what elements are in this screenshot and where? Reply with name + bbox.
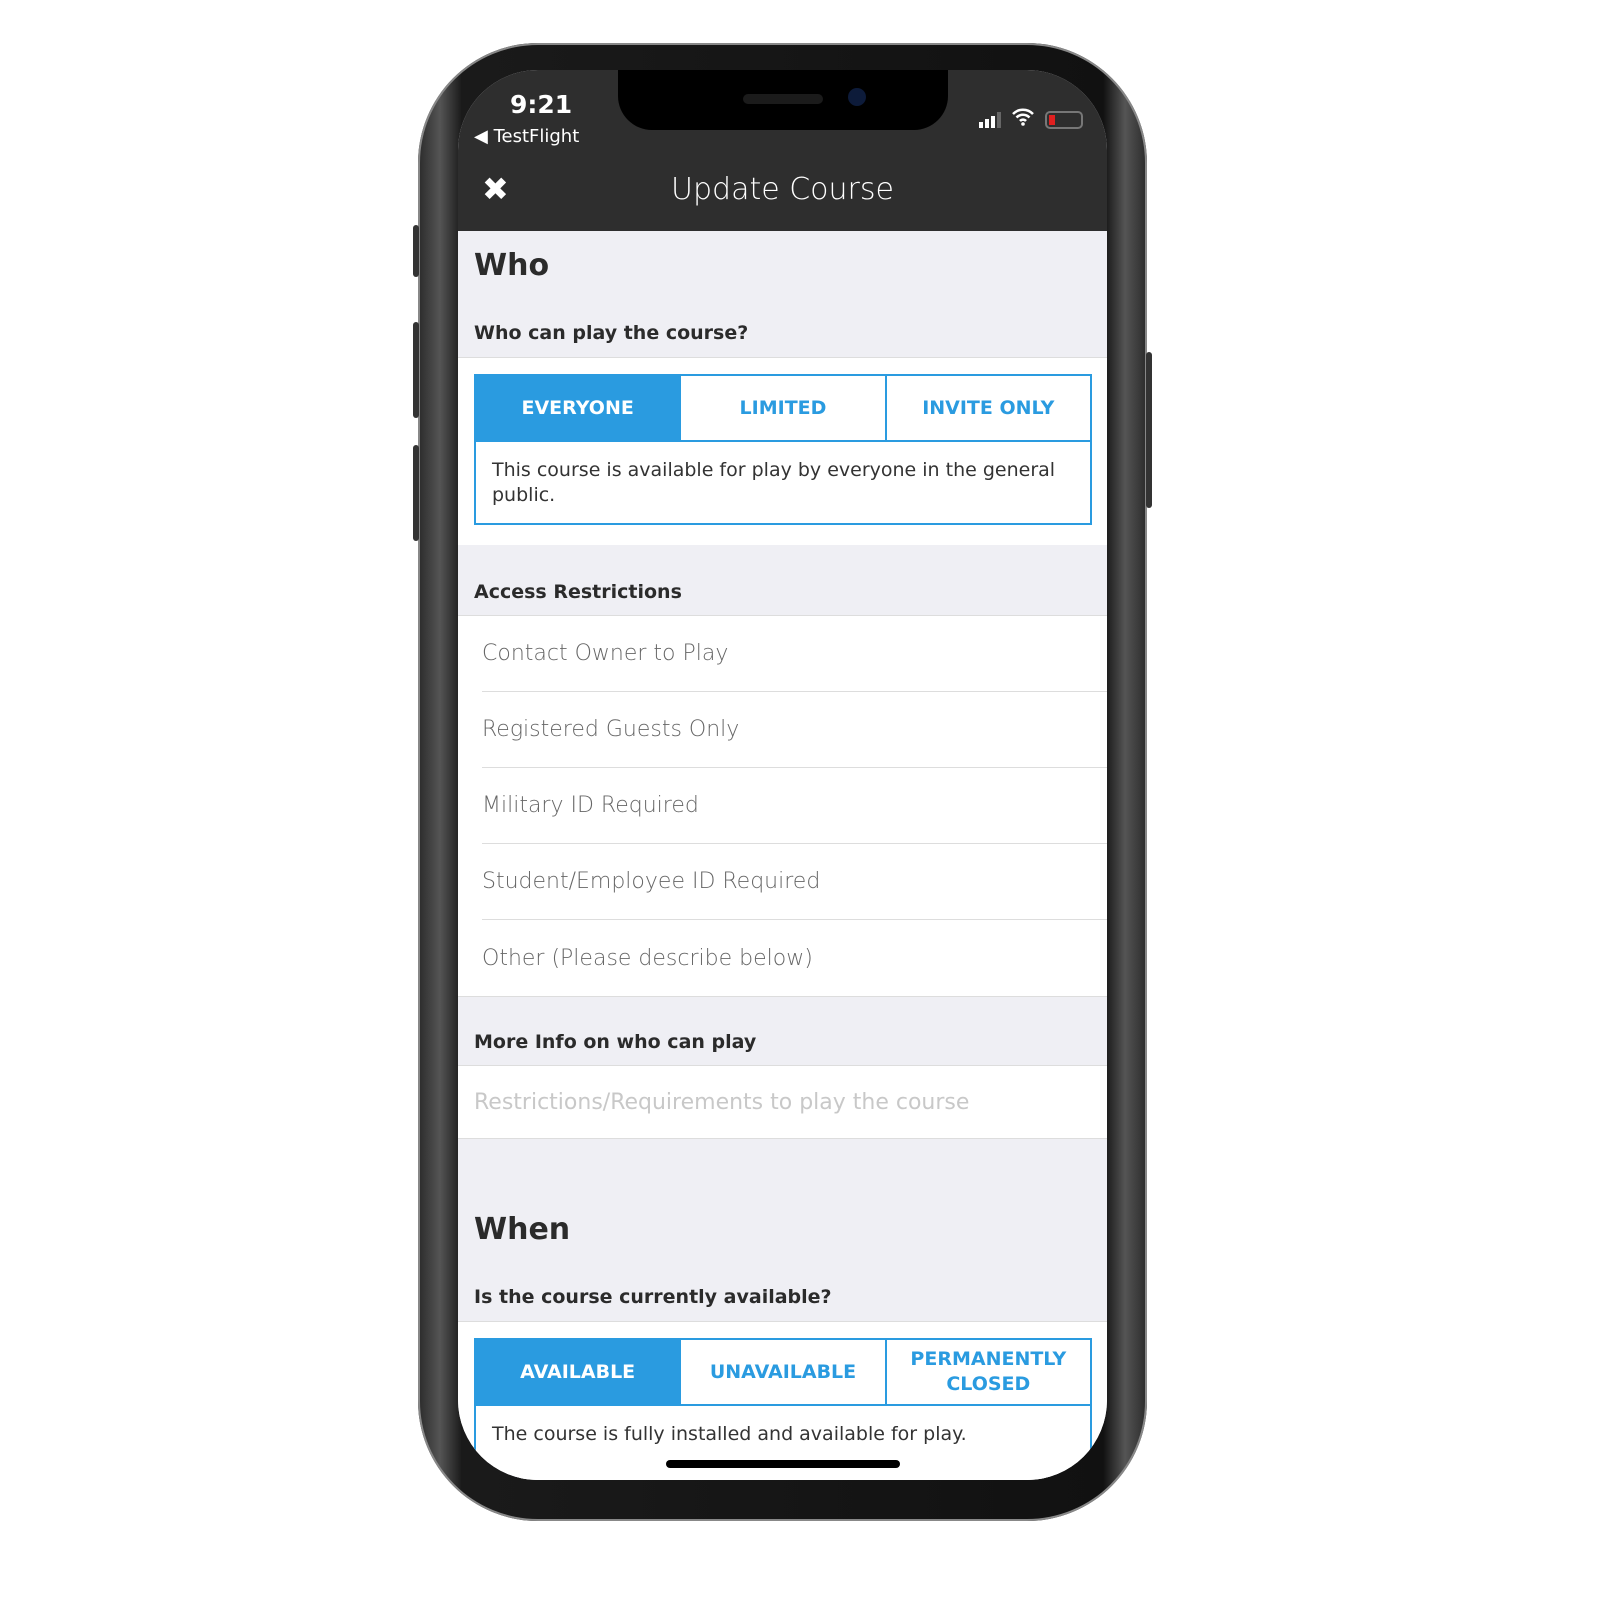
option-available[interactable]: AVAILABLE <box>476 1340 680 1404</box>
who-question: Who can play the course? <box>474 322 749 344</box>
home-indicator[interactable] <box>666 1460 900 1468</box>
access-item-other[interactable]: Other (Please describe below) <box>482 920 1107 996</box>
option-invite-only[interactable]: INVITE ONLY <box>884 376 1090 440</box>
access-heading: Access Restrictions <box>474 581 682 603</box>
option-permanently-closed[interactable]: PERMANENTLY CLOSED <box>884 1340 1090 1404</box>
back-to-testflight-link[interactable]: ◀ TestFlight <box>474 126 579 147</box>
when-question: Is the course currently available? <box>474 1286 832 1308</box>
who-heading: Who <box>474 248 550 283</box>
app-screen: 9:21 ◀ TestFlight ✖ Update Course Who Wh… <box>458 70 1107 1480</box>
wifi-icon <box>1011 108 1035 131</box>
volume-up-button <box>413 322 419 418</box>
access-item-military-id[interactable]: Military ID Required <box>482 768 1107 844</box>
notch <box>618 70 948 130</box>
access-item-registered-guests[interactable]: Registered Guests Only <box>482 692 1107 768</box>
status-time: 9:21 <box>510 90 573 119</box>
option-everyone[interactable]: EVERYONE <box>476 376 680 440</box>
access-list: Contact Owner to Play Registered Guests … <box>458 615 1107 997</box>
page-title: Update Course <box>671 172 894 207</box>
who-description: This course is available for play by eve… <box>492 459 1056 506</box>
mute-switch <box>413 225 419 277</box>
volume-down-button <box>413 445 419 541</box>
nav-header: 9:21 ◀ TestFlight ✖ Update Course <box>458 70 1107 231</box>
who-segmented-control: EVERYONE LIMITED INVITE ONLY This course… <box>474 374 1092 526</box>
more-info-heading: More Info on who can play <box>474 1031 757 1053</box>
access-item-contact-owner[interactable]: Contact Owner to Play <box>482 616 1107 692</box>
battery-icon <box>1045 110 1083 129</box>
access-item-student-employee-id[interactable]: Student/Employee ID Required <box>482 844 1107 920</box>
when-description: The course is fully installed and availa… <box>492 1423 967 1445</box>
when-heading: When <box>474 1212 571 1247</box>
speaker <box>743 94 823 104</box>
signal-icon <box>979 111 1001 128</box>
option-unavailable[interactable]: UNAVAILABLE <box>679 1340 884 1404</box>
camera <box>848 88 866 106</box>
power-button <box>1146 352 1152 508</box>
more-info-input[interactable]: Restrictions/Requirements to play the co… <box>458 1066 1107 1138</box>
when-segmented-control: AVAILABLE UNAVAILABLE PERMANENTLY CLOSED… <box>474 1338 1092 1480</box>
more-info-field[interactable]: Restrictions/Requirements to play the co… <box>458 1065 1107 1139</box>
option-limited[interactable]: LIMITED <box>679 376 884 440</box>
status-icons <box>979 108 1083 131</box>
